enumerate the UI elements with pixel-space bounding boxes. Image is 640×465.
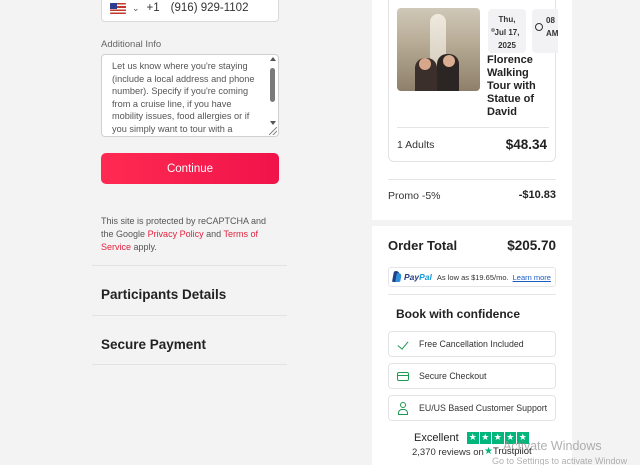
tour-card: Thu, Jul 17, 2025 08 AM Florence Walking… — [388, 0, 558, 162]
free-cancellation-item: Free Cancellation Included — [388, 331, 556, 357]
tour-title: Florence Walking Tour with Statue of Dav… — [487, 54, 536, 118]
activate-windows-watermark: Activate Windows — [503, 439, 602, 453]
star-icon: ★ — [492, 432, 504, 444]
phone-field[interactable]: ⌄ +1 (916) 929-1102 — [101, 0, 279, 22]
divider — [388, 294, 556, 295]
secure-checkout-item: Secure Checkout — [388, 363, 556, 389]
time-badge: 08 AM — [532, 9, 558, 53]
divider — [92, 265, 287, 266]
additional-info-label: Additional Info — [101, 39, 162, 50]
promo-label: Promo -5% — [388, 190, 441, 202]
divider — [388, 179, 556, 180]
divider — [92, 364, 287, 365]
calendar-dot-icon — [491, 28, 495, 32]
additional-info-textarea[interactable]: Let us know where you're staying (includ… — [101, 54, 279, 137]
paypal-logo: PayPal — [404, 272, 432, 282]
star-icon: ★ — [467, 432, 479, 444]
divider — [92, 315, 287, 316]
divider — [397, 127, 549, 128]
section-separator — [372, 220, 572, 226]
credit-card-icon — [397, 370, 410, 383]
checkout-form-column: ⌄ +1 (916) 929-1102 Additional Info Let … — [0, 0, 372, 465]
participants-details-section[interactable]: Participants Details — [101, 287, 226, 302]
textarea-scrollbar[interactable] — [268, 56, 277, 136]
trustpilot-rating-word: Excellent — [414, 432, 459, 444]
additional-info-placeholder: Let us know where you're staying (includ… — [112, 61, 255, 134]
customer-support-item: EU/US Based Customer Support — [388, 395, 556, 421]
recaptcha-notice: This site is protected by reCAPTCHA and … — [101, 216, 267, 252]
activate-windows-subtitle: Go to Settings to activate Window — [492, 456, 628, 465]
adults-label: 1 Adults — [397, 139, 435, 151]
us-flag-icon[interactable] — [110, 2, 126, 14]
resize-handle-icon[interactable] — [269, 127, 277, 135]
user-icon — [397, 401, 410, 415]
privacy-policy-link[interactable]: Privacy Policy — [148, 229, 204, 239]
tour-photo — [397, 8, 480, 91]
star-icon: ★ — [479, 432, 491, 444]
trustpilot-reviews[interactable]: 2,370 reviews on — [412, 447, 484, 458]
chevron-down-icon[interactable]: ⌄ — [132, 3, 140, 14]
promo-value: -$10.83 — [518, 189, 556, 201]
adults-price: $48.34 — [505, 137, 547, 152]
secure-payment-section[interactable]: Secure Payment — [101, 337, 206, 352]
check-icon — [397, 338, 410, 351]
paypal-learn-more-link[interactable]: Learn more — [513, 273, 551, 282]
continue-button[interactable]: Continue — [101, 153, 279, 184]
date-badge: Thu, Jul 17, 2025 — [488, 9, 526, 53]
phone-value[interactable]: (916) 929-1102 — [171, 2, 249, 14]
country-code: +1 — [146, 2, 160, 14]
clock-icon — [535, 23, 543, 31]
paypal-text: As low as $19.65/mo. — [436, 272, 509, 282]
order-summary-panel: Thu, Jul 17, 2025 08 AM Florence Walking… — [372, 0, 572, 465]
confidence-title: Book with confidence — [396, 307, 521, 321]
order-total-value: $205.70 — [507, 238, 556, 253]
order-total-label: Order Total — [388, 238, 458, 253]
paypal-banner: PayPal As low as $19.65/mo. Learn more — [388, 267, 556, 287]
paypal-icon — [392, 271, 402, 283]
